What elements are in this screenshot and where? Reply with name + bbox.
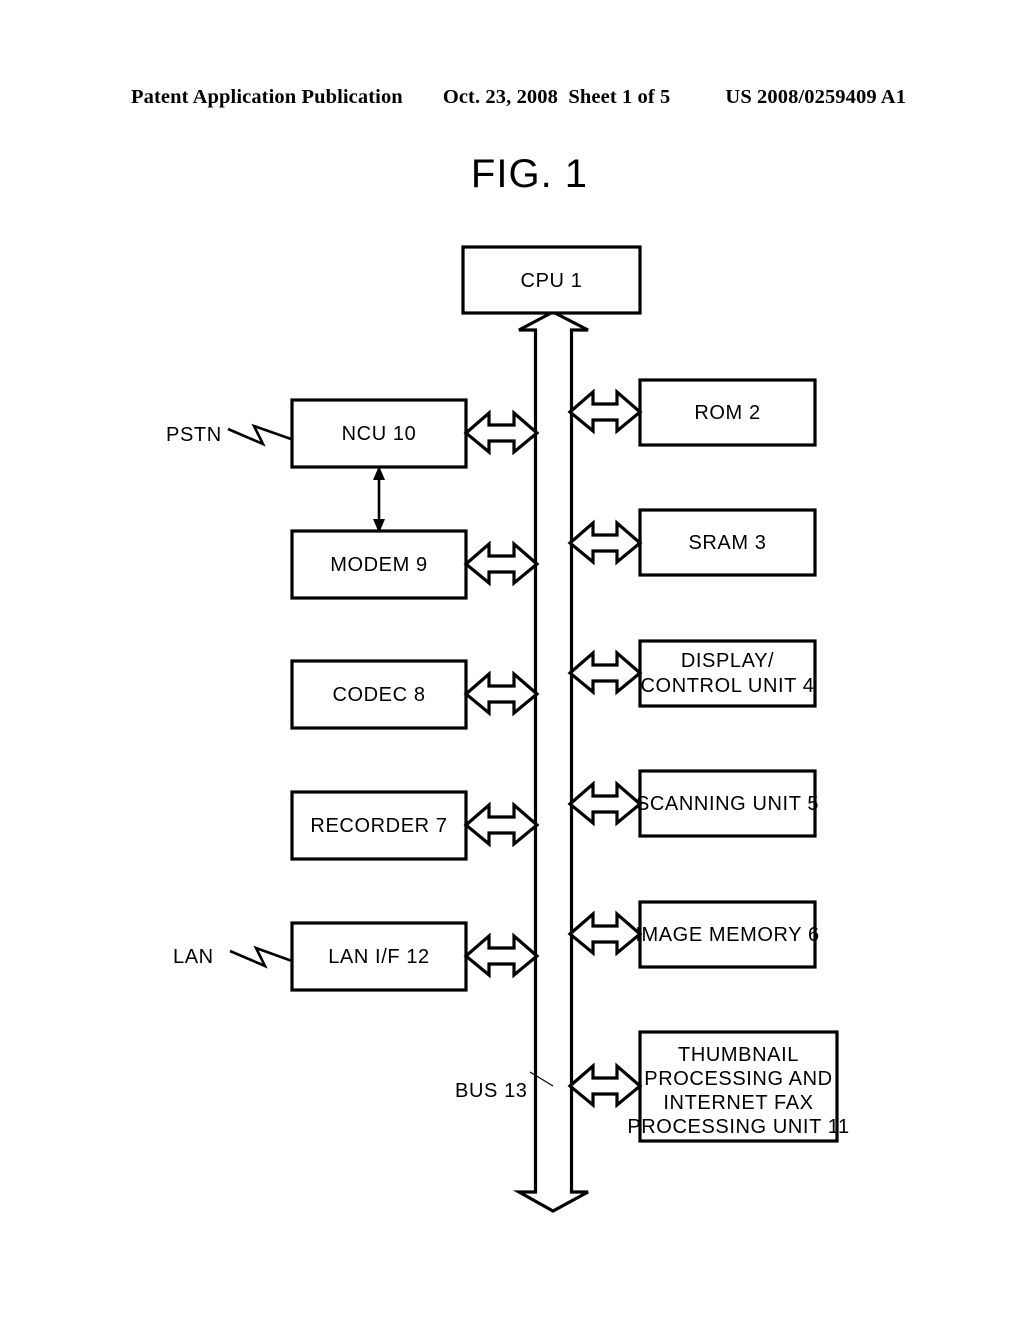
block-thumbnail-internet-fax-unit: THUMBNAIL PROCESSING AND INTERNET FAX PR… — [627, 1030, 849, 1143]
block-rom: ROM 2 — [638, 378, 817, 447]
svg-text:PROCESSING AND: PROCESSING AND — [644, 1068, 832, 1090]
svg-text:ROM 2: ROM 2 — [694, 402, 760, 424]
block-lan-interface: LAN I/F 12 — [290, 921, 468, 992]
connector-ncu-bus — [463, 409, 540, 456]
connector-bus-sram — [567, 519, 643, 566]
svg-text:SRAM 3: SRAM 3 — [688, 532, 766, 554]
block-cpu: CPU 1 — [461, 245, 642, 315]
block-sram: SRAM 3 — [638, 508, 817, 577]
svg-text:THUMBNAIL: THUMBNAIL — [678, 1044, 799, 1066]
svg-text:MODEM 9: MODEM 9 — [330, 554, 428, 576]
connector-modem-bus — [463, 540, 540, 587]
connector-recorder-bus — [463, 801, 540, 848]
block-modem: MODEM 9 — [290, 529, 468, 600]
lan-line — [229, 945, 293, 969]
block-display-control-unit: DISPLAY/ CONTROL UNIT 4 — [638, 639, 817, 708]
pstn-label: PSTN — [166, 424, 222, 446]
connector-ncu-modem — [373, 466, 385, 533]
svg-text:CONTROL UNIT 4: CONTROL UNIT 4 — [641, 675, 815, 697]
connector-bus-image-memory — [567, 910, 643, 957]
patent-page: Patent Application Publication Oct. 23, … — [0, 0, 1024, 1320]
bus-arrow — [512, 310, 589, 1213]
svg-text:LAN I/F 12: LAN I/F 12 — [328, 946, 430, 968]
connector-bus-rom — [567, 388, 643, 435]
connector-bus-thumbnail-unit — [567, 1062, 643, 1109]
svg-text:INTERNET FAX: INTERNET FAX — [663, 1092, 813, 1114]
block-recorder: RECORDER 7 — [290, 790, 468, 861]
block-image-memory: IMAGE MEMORY 6 — [635, 900, 819, 969]
pstn-line — [227, 423, 292, 447]
svg-text:SCANNING UNIT 5: SCANNING UNIT 5 — [636, 793, 819, 815]
svg-text:NCU 10: NCU 10 — [342, 423, 417, 445]
connector-codec-bus — [463, 670, 540, 717]
block-codec: CODEC 8 — [290, 659, 468, 730]
block-scanning-unit: SCANNING UNIT 5 — [636, 769, 819, 838]
block-ncu: NCU 10 — [290, 398, 468, 469]
connector-bus-scanning-unit — [567, 780, 643, 827]
svg-text:DISPLAY/: DISPLAY/ — [681, 650, 774, 672]
lan-label: LAN — [173, 946, 214, 968]
svg-text:RECORDER 7: RECORDER 7 — [310, 815, 447, 837]
svg-text:IMAGE MEMORY 6: IMAGE MEMORY 6 — [635, 924, 819, 946]
bus-label: BUS 13 — [455, 1080, 528, 1102]
svg-text:CPU 1: CPU 1 — [521, 270, 583, 292]
svg-text:PROCESSING UNIT 11: PROCESSING UNIT 11 — [627, 1116, 849, 1138]
block-diagram: BUS 13 CPU 1 ROM 2 SRAM 3 DISPLAY/ CONTR… — [0, 0, 1024, 1320]
svg-text:CODEC 8: CODEC 8 — [332, 684, 425, 706]
connector-lanif-bus — [463, 932, 540, 979]
connector-bus-display-control-unit — [567, 649, 643, 696]
